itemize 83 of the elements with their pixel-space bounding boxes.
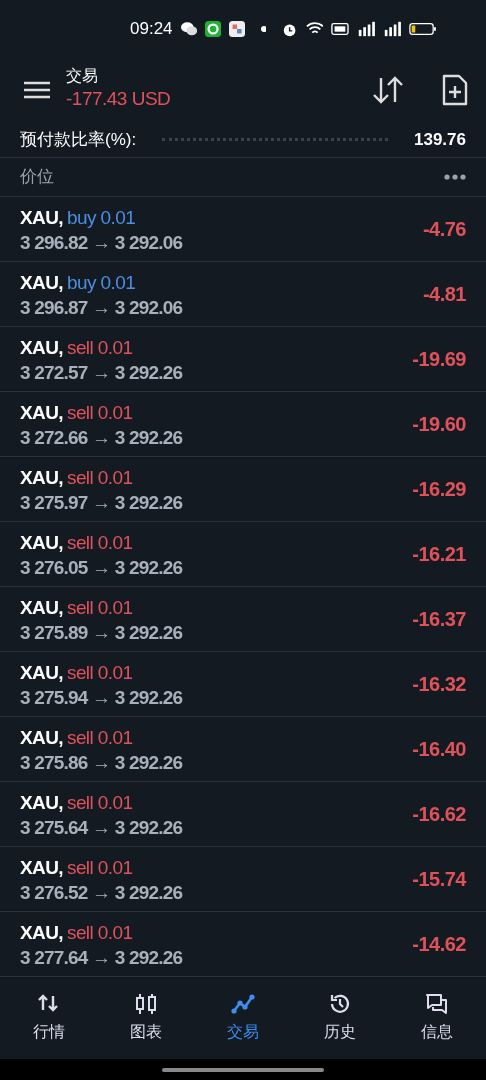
price-range: 3 272.57 → 3 292.26	[20, 362, 183, 384]
order-label: sell 0.01	[67, 792, 133, 814]
symbol-label: XAU,	[20, 922, 63, 944]
order-label: sell 0.01	[67, 597, 133, 619]
messages-icon	[425, 992, 450, 1016]
profit-value: -16.37	[412, 607, 466, 632]
order-label: sell 0.01	[67, 857, 133, 879]
price-range: 3 296.87 → 3 292.06	[20, 297, 183, 319]
position-row[interactable]: XAU, sell 0.01 3 272.57 → 3 292.26 -19.69	[0, 327, 486, 392]
trade-icon	[231, 992, 255, 1016]
symbol-label: XAU,	[20, 272, 63, 294]
margin-level-label: 预付款比率(%):	[20, 128, 137, 151]
price-range: 3 275.86 → 3 292.26	[20, 752, 183, 774]
position-row[interactable]: XAU, sell 0.01 3 275.94 → 3 292.26 -16.32	[0, 652, 486, 717]
order-label: sell 0.01	[67, 532, 133, 554]
order-label: sell 0.01	[67, 337, 133, 359]
signal-icon	[383, 21, 402, 37]
chat-icon	[180, 21, 197, 37]
more-icon[interactable]	[444, 174, 466, 180]
chart-icon	[133, 992, 158, 1016]
position-row[interactable]: XAU, buy 0.01 3 296.82 → 3 292.06 -4.76	[0, 197, 486, 262]
price-range: 3 276.52 → 3 292.26	[20, 882, 183, 904]
position-row[interactable]: XAU, sell 0.01 3 275.89 → 3 292.26 -16.37	[0, 587, 486, 652]
profit-value: -19.60	[412, 412, 466, 437]
symbol-label: XAU,	[20, 857, 63, 879]
nav-tab[interactable]: 信息	[388, 992, 486, 1044]
position-row[interactable]: XAU, sell 0.01 3 275.97 → 3 292.26 -16.29	[0, 457, 486, 522]
price-range: 3 272.66 → 3 292.26	[20, 427, 183, 449]
price-range: 3 275.89 → 3 292.26	[20, 622, 183, 644]
nav-tab[interactable]: 图表	[97, 992, 195, 1044]
balance-amount: -177.43 USD	[66, 86, 171, 111]
profit-value: -4.81	[422, 282, 466, 307]
symbol-label: XAU,	[20, 532, 63, 554]
order-label: sell 0.01	[67, 402, 133, 424]
profit-value: -16.32	[412, 672, 466, 697]
position-row[interactable]: XAU, buy 0.01 3 296.87 → 3 292.06 -4.81	[0, 262, 486, 327]
position-row[interactable]: XAU, sell 0.01 3 276.05 → 3 292.26 -16.21	[0, 522, 486, 587]
profit-value: -16.40	[412, 737, 466, 762]
margin-level-value: 139.76	[414, 128, 466, 151]
price-range: 3 296.82 → 3 292.06	[20, 232, 183, 254]
price-range: 3 275.64 → 3 292.26	[20, 817, 183, 839]
symbol-label: XAU,	[20, 792, 63, 814]
symbol-label: XAU,	[20, 727, 63, 749]
menu-icon[interactable]	[24, 81, 50, 99]
profit-value: -14.62	[412, 932, 466, 957]
position-row[interactable]: XAU, sell 0.01 3 275.64 → 3 292.26 -16.62	[0, 782, 486, 847]
price-range: 3 276.05 → 3 292.26	[20, 557, 183, 579]
order-label: sell 0.01	[67, 467, 133, 489]
order-label: sell 0.01	[67, 922, 133, 944]
order-label: buy 0.01	[67, 207, 136, 229]
profit-value: -19.69	[412, 347, 466, 372]
signal-icon	[357, 21, 376, 37]
order-label: buy 0.01	[67, 272, 136, 294]
section-title: 价位	[20, 166, 54, 189]
symbol-label: XAU,	[20, 337, 63, 359]
price-range: 3 275.97 → 3 292.26	[20, 492, 183, 514]
page-title: 交易	[66, 66, 99, 85]
price-range: 3 277.64 → 3 292.26	[20, 947, 183, 969]
battery-icon	[409, 22, 436, 36]
price-range: 3 275.94 → 3 292.26	[20, 687, 183, 709]
profit-value: -16.29	[412, 477, 466, 502]
symbol-label: XAU,	[20, 597, 63, 619]
order-label: sell 0.01	[67, 662, 133, 684]
profit-value: -16.62	[412, 802, 466, 827]
status-time: 09:24	[130, 18, 173, 41]
nav-tab[interactable]: 交易	[194, 992, 292, 1044]
profit-value: -4.76	[422, 217, 466, 242]
app-icon	[228, 20, 245, 38]
nav-tab[interactable]: 历史	[291, 992, 389, 1044]
symbol-label: XAU,	[20, 207, 63, 229]
sort-icon[interactable]	[372, 76, 404, 104]
symbol-label: XAU,	[20, 662, 63, 684]
order-label: sell 0.01	[67, 727, 133, 749]
position-row[interactable]: XAU, sell 0.01 3 276.52 → 3 292.26 -15.74	[0, 847, 486, 912]
nav-tab[interactable]: 行情	[0, 992, 98, 1044]
profit-value: -15.74	[412, 867, 466, 892]
symbol-label: XAU,	[20, 402, 63, 424]
position-row[interactable]: XAU, sell 0.01 3 275.86 → 3 292.26 -16.40	[0, 717, 486, 782]
app-icon	[204, 20, 221, 38]
profit-value: -16.21	[412, 542, 466, 567]
new-order-icon[interactable]	[442, 74, 468, 106]
symbol-label: XAU,	[20, 467, 63, 489]
position-row[interactable]: XAU, sell 0.01 3 272.66 → 3 292.26 -19.60	[0, 392, 486, 457]
